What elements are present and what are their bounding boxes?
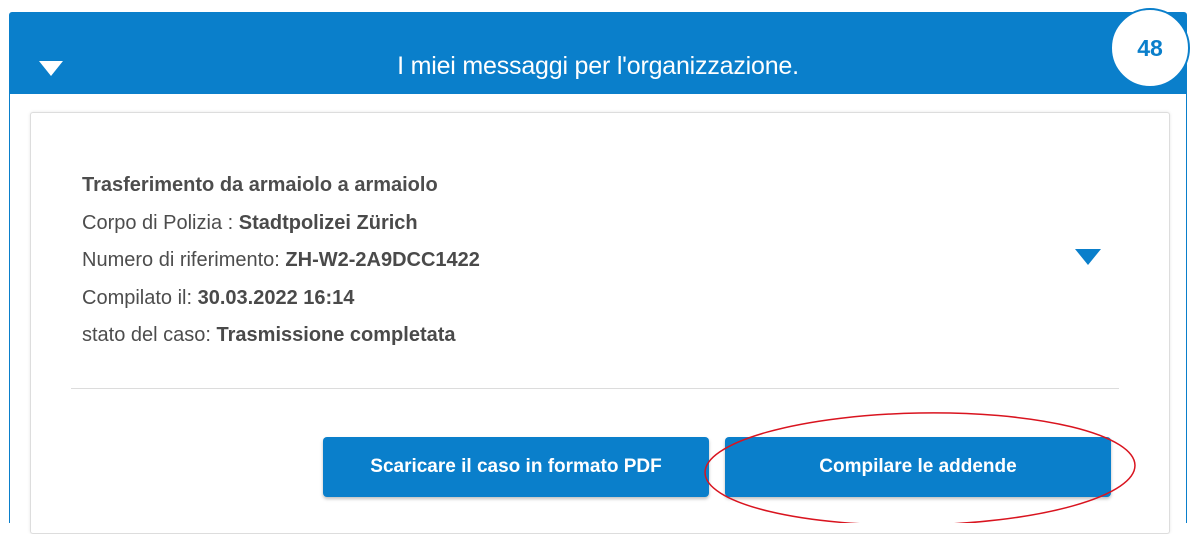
status-value: Trasmissione completata [216, 324, 456, 346]
police-value: Stadtpolizei Zürich [238, 211, 418, 234]
messages-panel: I miei messaggi per l'organizzazione. 48… [9, 0, 1190, 534]
compiled-row: Compilato il: 30.03.2022 16:14 [82, 280, 480, 318]
panel-title: I miei messaggi per l'organizzazione. [397, 52, 799, 80]
status-label: stato del caso: [82, 324, 217, 346]
status-row: stato del caso: Trasmissione completata [82, 317, 480, 355]
compiled-label: Compilato il: [82, 286, 198, 309]
download-pdf-button[interactable]: Scaricare il caso in formato PDF [323, 437, 709, 497]
police-row: Corpo di Polizia : Stadtpolizei Zürich [82, 205, 480, 243]
reference-row: Numero di riferimento: ZH-W2-2A9DCC1422 [82, 242, 480, 280]
fill-addenda-button[interactable]: Compilare le addende [725, 437, 1111, 497]
case-type-title: Trasferimento da armaiolo a armaiolo [82, 174, 438, 196]
case-card: Trasferimento da armaiolo a armaiolo Cor… [30, 112, 1170, 534]
expand-caret-icon[interactable] [1075, 249, 1101, 265]
reference-label: Numero di riferimento: [82, 249, 286, 271]
divider [71, 388, 1119, 389]
message-count-badge: 48 [1110, 8, 1190, 88]
compiled-value: 30.03.2022 16:14 [197, 286, 355, 309]
panel-body: Trasferimento da armaiolo a armaiolo Cor… [9, 94, 1187, 534]
panel-header[interactable]: I miei messaggi per l'organizzazione. [9, 12, 1187, 94]
police-label: Corpo di Polizia : [82, 211, 239, 234]
reference-value: ZH-W2-2A9DCC1422 [285, 249, 480, 271]
case-details: Trasferimento da armaiolo a armaiolo Cor… [82, 167, 480, 355]
